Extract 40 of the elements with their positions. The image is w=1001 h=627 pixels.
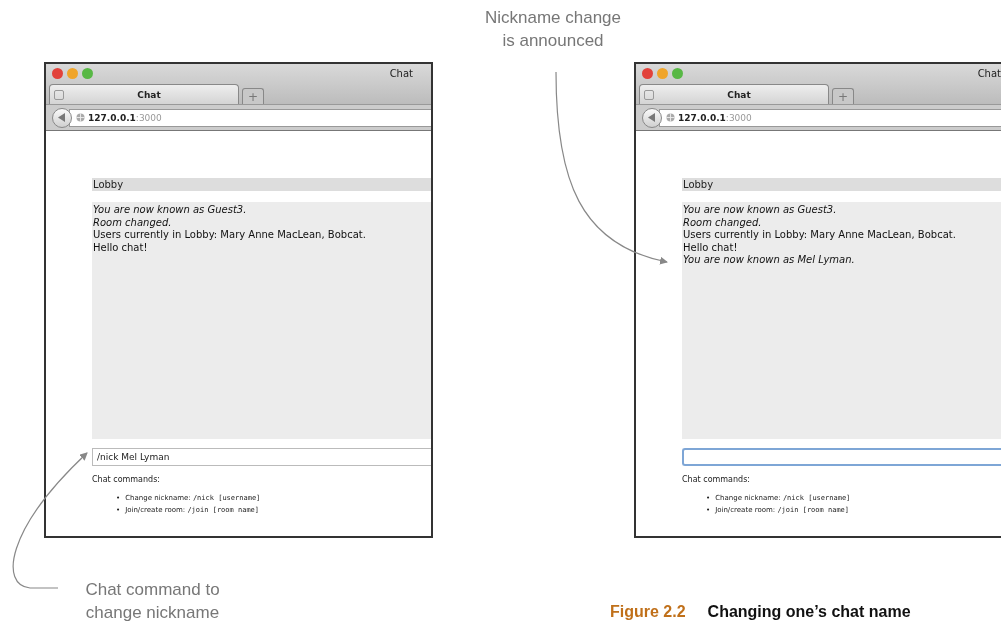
room-name: Lobby	[92, 178, 431, 191]
back-arrow-icon	[58, 113, 66, 122]
message-input[interactable]	[682, 448, 1001, 466]
room-name: Lobby	[682, 178, 1001, 191]
window-title: Chat	[389, 68, 413, 79]
minimize-icon[interactable]	[67, 68, 78, 79]
url-text: 127.0.0.1:3000	[88, 112, 162, 123]
back-button[interactable]	[52, 107, 72, 128]
chat-message: Users currently in Lobby: Mary Anne MacLean, Bobcat.	[93, 229, 366, 242]
chat-message: Users currently in Lobby: Mary Anne MacLean, Bobcat.	[683, 229, 956, 242]
browser-tab[interactable]: Chat	[49, 84, 239, 104]
chat-message: Hello chat!	[93, 241, 148, 254]
chat-message: You are now known as Mel Lyman.	[683, 254, 855, 267]
close-icon[interactable]	[52, 68, 63, 79]
url-text: 127.0.0.1:3000	[678, 112, 752, 123]
commands-heading: Chat commands:	[682, 475, 751, 484]
address-field[interactable]: 127.0.0.1:3000	[69, 108, 431, 127]
chat-message: Room changed.	[93, 216, 172, 229]
annotation-text: Chat command to change nickname	[84, 579, 221, 624]
figure-caption: Figure 2.2 Changing one’s chat name	[610, 603, 911, 621]
chat-message: Room changed.	[683, 216, 762, 229]
page-icon	[54, 89, 64, 100]
zoom-icon[interactable]	[82, 68, 93, 79]
page-icon	[644, 89, 654, 100]
chat-message: You are now known as Guest3.	[683, 204, 837, 217]
address-field[interactable]: 127.0.0.1:3000	[659, 108, 1001, 127]
back-button[interactable]	[642, 107, 662, 128]
minimize-icon[interactable]	[657, 68, 668, 79]
window-title: Chat	[977, 68, 1001, 79]
commands-heading: Chat commands:	[92, 475, 161, 484]
chat-message: You are now known as Guest3.	[93, 204, 247, 217]
close-icon[interactable]	[642, 68, 653, 79]
chat-message: Hello chat!	[683, 241, 738, 254]
globe-icon	[76, 113, 85, 122]
message-input[interactable]: /nick Mel Lyman	[92, 448, 431, 466]
browser-tab[interactable]: Chat	[639, 84, 829, 104]
back-arrow-icon	[648, 113, 656, 122]
annotation-text: Nickname change is announced	[483, 7, 623, 52]
globe-icon	[666, 113, 675, 122]
zoom-icon[interactable]	[672, 68, 683, 79]
